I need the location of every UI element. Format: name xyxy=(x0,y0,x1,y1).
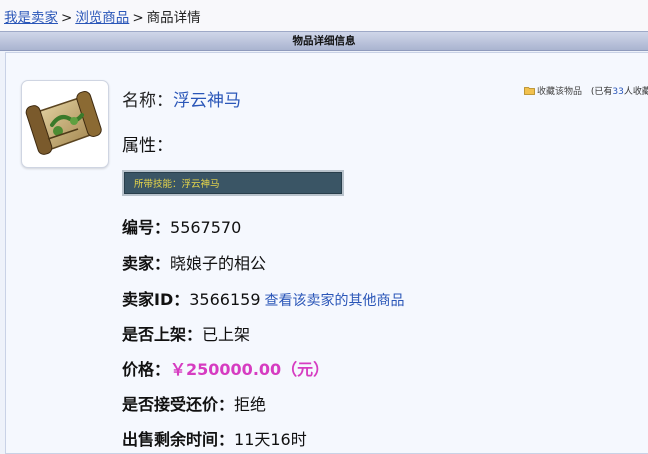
seller-id-value: 3566159 xyxy=(189,290,261,309)
breadcrumb-seller-link[interactable]: 我是卖家 xyxy=(4,10,58,26)
number-label: 编号： xyxy=(122,218,171,237)
favorite-prefix: (已有 xyxy=(590,87,613,97)
item-image xyxy=(21,80,109,168)
seller-id-row: 卖家ID：3566159 查看该卖家的其他商品 xyxy=(122,286,405,310)
remaining-time-value: 11天16时 xyxy=(234,430,307,449)
remaining-time-label: 出售剩余时间： xyxy=(122,430,235,449)
seller-value: 晓娘子的相公 xyxy=(170,254,267,273)
bargain-label: 是否接受还价： xyxy=(122,395,235,414)
folder-icon xyxy=(524,86,535,98)
breadcrumb-current: 商品详情 xyxy=(146,10,201,26)
remaining-time-row: 出售剩余时间：11天16时 xyxy=(122,426,307,450)
item-name: 浮云神马 xyxy=(173,91,241,111)
skill-box: 所带技能：浮云神马 xyxy=(122,170,344,196)
favorite-count: 33 xyxy=(612,87,624,97)
attributes-label: 属性： xyxy=(122,136,173,156)
favorite-area: 收藏该物品 (已有33人收藏) xyxy=(524,84,648,98)
bargain-value: 拒绝 xyxy=(234,395,267,414)
number-value: 5567570 xyxy=(170,218,242,237)
item-name-row: 名称：浮云神马 xyxy=(122,86,241,111)
section-header: 物品详细信息 xyxy=(0,31,648,51)
listed-value: 已上架 xyxy=(202,325,251,344)
seller-label: 卖家： xyxy=(122,254,171,273)
price-value: ￥250000.00（元） xyxy=(170,360,330,379)
breadcrumb-separator: > xyxy=(132,10,144,26)
top-bar: 我是卖家 > 浏览商品 > 商品详情 xyxy=(0,0,648,32)
seller-id-label: 卖家ID： xyxy=(122,290,190,309)
listed-label: 是否上架： xyxy=(122,325,203,344)
price-label: 价格： xyxy=(122,360,171,379)
favorite-link[interactable]: 收藏该物品 xyxy=(537,87,582,97)
item-name-label: 名称： xyxy=(122,91,173,111)
seller-other-items-link[interactable]: 查看该卖家的其他商品 xyxy=(265,293,405,309)
breadcrumb-separator: > xyxy=(61,10,73,26)
number-row: 编号：5567570 xyxy=(122,214,241,238)
breadcrumb: 我是卖家 > 浏览商品 > 商品详情 xyxy=(4,6,201,26)
price-row: 价格：￥250000.00（元） xyxy=(122,356,329,380)
seller-row: 卖家：晓娘子的相公 xyxy=(122,250,266,274)
breadcrumb-browse-link[interactable]: 浏览商品 xyxy=(75,10,129,26)
scroll-item-icon xyxy=(25,91,102,155)
bargain-row: 是否接受还价：拒绝 xyxy=(122,391,266,415)
listed-row: 是否上架：已上架 xyxy=(122,321,250,345)
favorite-suffix: 人收藏) xyxy=(623,87,648,97)
